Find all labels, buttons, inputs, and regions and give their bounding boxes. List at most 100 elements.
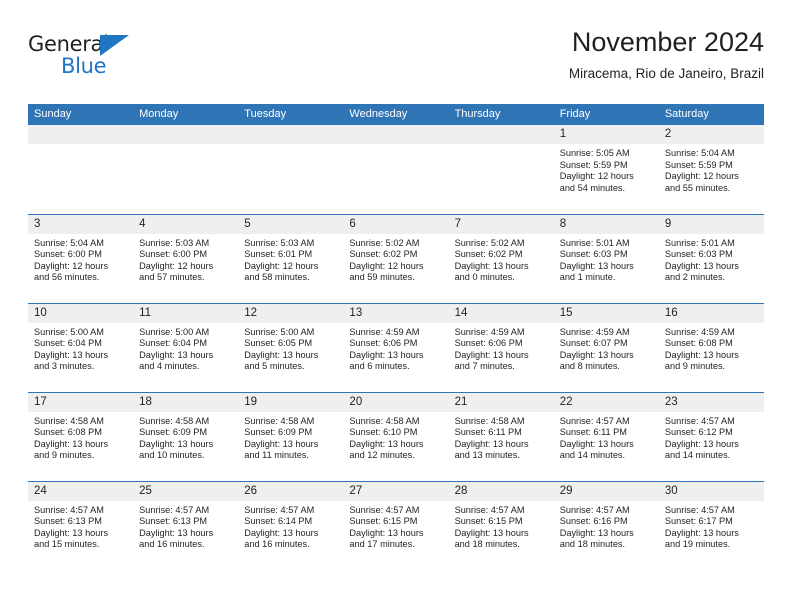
calendar-day-cell[interactable]: 10 Sunrise: 5:00 AM Sunset: 6:04 PM Dayligh… [28, 302, 134, 392]
daylight-text-line2: and 19 minutes. [664, 539, 731, 550]
calendar-day-cell[interactable]: 7 Sunrise: 5:02 AM Sunset: 6:02 PM Daylight… [448, 213, 554, 303]
sunrise-text: Sunrise: 4:57 AM [559, 415, 630, 426]
weekday-header-row: Sunday Monday Tuesday Wednesday Thursday… [28, 104, 764, 125]
calendar-day-cell[interactable]: 20 Sunrise: 4:58 AM Sunset: 6:10 PM Dayligh… [343, 391, 449, 481]
sunset-text: Sunset: 6:03 PM [664, 249, 733, 260]
sunrise-text: Sunrise: 5:01 AM [559, 237, 630, 248]
daylight-text-line2: and 6 minutes. [349, 361, 410, 372]
title-block: November 2024 Miracema, Rio de Janeiro, … [569, 26, 764, 82]
calendar-day-cell[interactable]: 27 Sunrise: 4:57 AM Sunset: 6:15 PM Dayligh… [343, 480, 449, 570]
sunset-text: Sunset: 6:00 PM [34, 249, 102, 260]
sunset-text: Sunset: 6:04 PM [34, 338, 102, 349]
day-sun-info: Sunrise: 5:00 AM Sunset: 6:04 PM Daylight:… [28, 323, 133, 373]
calendar-body: 1 Sunrise: 5:05 AM Sunset: 5:59 PM Daylight… [28, 125, 764, 570]
sunset-text: Sunset: 6:06 PM [349, 338, 418, 349]
calendar-day-cell[interactable]: 4 Sunrise: 5:03 AM Sunset: 6:00 PM Daylight… [133, 213, 239, 303]
calendar-day-cell[interactable]: 28 Sunrise: 4:57 AM Sunset: 6:15 PM Dayligh… [448, 480, 554, 570]
sunset-text: Sunset: 6:02 PM [454, 249, 523, 260]
calendar-day-cell[interactable]: 3 Sunrise: 5:04 AM Sunset: 6:00 PM Daylight… [28, 213, 134, 303]
calendar-week-row: 3 Sunrise: 5:04 AM Sunset: 6:00 PM Daylight… [28, 213, 764, 303]
daylight-text-line2: and 14 minutes. [664, 450, 731, 461]
calendar-day-cell[interactable]: 1 Sunrise: 5:05 AM Sunset: 5:59 PM Daylight… [553, 125, 659, 214]
calendar-day-cell[interactable]: 19 Sunrise: 4:58 AM Sunset: 6:09 PM Dayligh… [238, 391, 344, 481]
daylight-text-line1: Daylight: 13 hours [559, 349, 634, 360]
calendar-day-cell[interactable]: 2 Sunrise: 5:04 AM Sunset: 5:59 PM Daylight… [658, 125, 764, 214]
daylight-text-line1: Daylight: 13 hours [454, 349, 529, 360]
calendar-empty-cell [448, 125, 554, 214]
day-sun-info: Sunrise: 4:57 AM Sunset: 6:16 PM Daylight:… [554, 501, 659, 551]
calendar-day-cell[interactable]: 8 Sunrise: 5:01 AM Sunset: 6:03 PM Daylight… [553, 213, 659, 303]
weekday-header-saturday: Saturday [658, 104, 764, 125]
sunset-text: Sunset: 6:05 PM [244, 338, 313, 349]
sunrise-text: Sunrise: 4:58 AM [244, 415, 315, 426]
day-number: 24 [28, 481, 134, 501]
daylight-text-line1: Daylight: 13 hours [349, 349, 424, 360]
day-sun-info: Sunrise: 4:57 AM Sunset: 6:14 PM Daylight:… [238, 501, 343, 551]
calendar-day-cell[interactable]: 12 Sunrise: 5:00 AM Sunset: 6:05 PM Dayligh… [238, 302, 344, 392]
calendar-day-cell[interactable]: 29 Sunrise: 4:57 AM Sunset: 6:16 PM Dayligh… [553, 480, 659, 570]
calendar-day-cell[interactable]: 22 Sunrise: 4:57 AM Sunset: 6:11 PM Dayligh… [553, 391, 659, 481]
calendar-day-cell[interactable]: 25 Sunrise: 4:57 AM Sunset: 6:13 PM Dayligh… [133, 480, 239, 570]
day-number: 25 [133, 481, 239, 501]
daylight-text-line1: Daylight: 13 hours [454, 527, 529, 538]
sunrise-text: Sunrise: 4:57 AM [664, 415, 735, 426]
sunrise-text: Sunrise: 4:59 AM [664, 326, 735, 337]
calendar-day-cell[interactable]: 5 Sunrise: 5:03 AM Sunset: 6:01 PM Daylight… [238, 213, 344, 303]
page-subtitle: Miracema, Rio de Janeiro, Brazil [568, 66, 764, 81]
daylight-text-line2: and 2 minutes. [664, 272, 726, 283]
generalblue-logo[interactable]: General Blue [28, 32, 198, 84]
daylight-text-line2: and 3 minutes. [34, 361, 95, 372]
daylight-text-line1: Daylight: 13 hours [349, 527, 424, 538]
daylight-text-line2: and 59 minutes. [349, 272, 415, 283]
daylight-text-line1: Daylight: 13 hours [664, 260, 739, 271]
calendar-day-cell[interactable]: 21 Sunrise: 4:58 AM Sunset: 6:11 PM Dayligh… [448, 391, 554, 481]
calendar-day-cell[interactable]: 14 Sunrise: 4:59 AM Sunset: 6:06 PM Dayligh… [448, 302, 554, 392]
sunrise-text: Sunrise: 4:59 AM [454, 326, 525, 337]
calendar-day-cell[interactable]: 13 Sunrise: 4:59 AM Sunset: 6:06 PM Dayligh… [343, 302, 449, 392]
page-header: General Blue November 2024 Miracema, Rio… [28, 26, 764, 98]
weekday-header-tuesday: Tuesday [238, 104, 344, 125]
daylight-text-line1: Daylight: 13 hours [664, 527, 739, 538]
daylight-text-line2: and 13 minutes. [454, 450, 520, 461]
day-number: 4 [133, 214, 239, 234]
calendar-day-cell[interactable]: 18 Sunrise: 4:58 AM Sunset: 6:09 PM Dayligh… [133, 391, 239, 481]
sunset-text: Sunset: 6:02 PM [349, 249, 418, 260]
daylight-text-line2: and 55 minutes. [664, 182, 731, 193]
day-number: 27 [343, 481, 449, 501]
daylight-text-line2: and 16 minutes. [244, 539, 310, 550]
calendar-day-cell[interactable]: 9 Sunrise: 5:01 AM Sunset: 6:03 PM Daylight… [658, 213, 764, 303]
daylight-text-line2: and 10 minutes. [139, 450, 205, 461]
sunset-text: Sunset: 6:00 PM [139, 249, 208, 260]
day-sun-info: Sunrise: 4:57 AM Sunset: 6:13 PM Daylight:… [133, 501, 238, 551]
calendar-day-cell[interactable]: 30 Sunrise: 4:57 AM Sunset: 6:17 PM Dayligh… [658, 480, 764, 570]
sunset-text: Sunset: 6:10 PM [349, 427, 418, 438]
daylight-text-line2: and 18 minutes. [559, 539, 626, 550]
sunset-text: Sunset: 5:59 PM [559, 159, 628, 170]
calendar-day-cell[interactable]: 11 Sunrise: 5:00 AM Sunset: 6:04 PM Dayligh… [133, 302, 239, 392]
calendar-day-cell[interactable]: 17 Sunrise: 4:58 AM Sunset: 6:08 PM Dayligh… [28, 391, 134, 481]
calendar-day-cell[interactable]: 15 Sunrise: 4:59 AM Sunset: 6:07 PM Dayligh… [553, 302, 659, 392]
calendar-day-cell[interactable]: 16 Sunrise: 4:59 AM Sunset: 6:08 PM Dayligh… [658, 302, 764, 392]
sunrise-text: Sunrise: 5:04 AM [664, 148, 735, 158]
sunset-text: Sunset: 6:07 PM [559, 338, 628, 349]
calendar-day-cell[interactable]: 24 Sunrise: 4:57 AM Sunset: 6:13 PM Dayligh… [28, 480, 134, 570]
daylight-text-line2: and 9 minutes. [34, 450, 95, 461]
daylight-text-line1: Daylight: 13 hours [454, 260, 529, 271]
sunrise-text: Sunrise: 5:02 AM [349, 237, 420, 248]
day-number: 1 [553, 125, 659, 144]
day-sun-info: Sunrise: 5:03 AM Sunset: 6:00 PM Daylight:… [133, 234, 238, 284]
daylight-text-line2: and 16 minutes. [139, 539, 205, 550]
sunset-text: Sunset: 6:03 PM [559, 249, 628, 260]
daylight-text-line1: Daylight: 13 hours [34, 349, 109, 360]
weekday-header-sunday: Sunday [28, 104, 134, 125]
day-sun-info: Sunrise: 5:01 AM Sunset: 6:03 PM Daylight:… [554, 234, 659, 284]
day-number: 12 [238, 303, 344, 323]
calendar-day-cell[interactable]: 23 Sunrise: 4:57 AM Sunset: 6:12 PM Dayligh… [658, 391, 764, 481]
calendar-day-cell[interactable]: 26 Sunrise: 4:57 AM Sunset: 6:14 PM Dayligh… [238, 480, 344, 570]
day-number: 10 [28, 303, 134, 323]
weekday-header-friday: Friday [553, 104, 659, 125]
calendar-day-cell[interactable]: 6 Sunrise: 5:02 AM Sunset: 6:02 PM Daylight… [343, 213, 449, 303]
day-sun-info: Sunrise: 5:02 AM Sunset: 6:02 PM Daylight:… [449, 234, 554, 284]
daylight-text-line2: and 5 minutes. [244, 361, 305, 372]
daylight-text-line1: Daylight: 13 hours [244, 349, 319, 360]
